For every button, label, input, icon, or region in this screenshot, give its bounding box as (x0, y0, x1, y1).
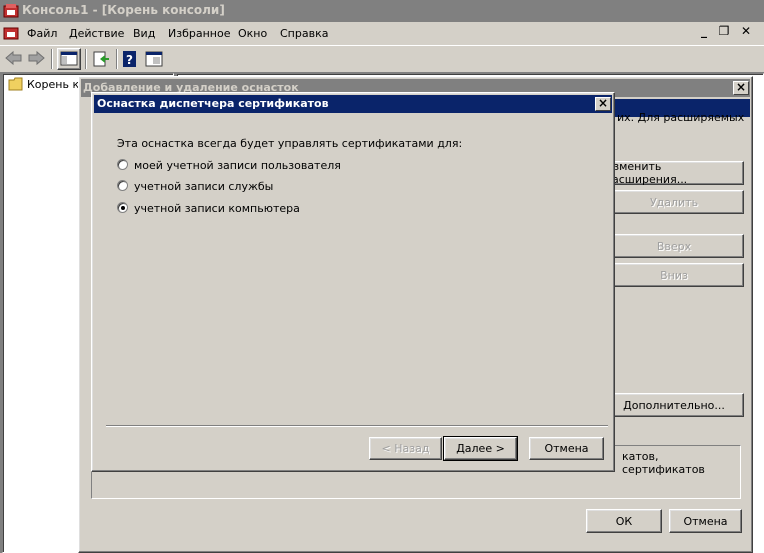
option-service-account-label[interactable]: учетной записи службы (134, 180, 273, 193)
snapin-description-text: катов, сертификатов (622, 450, 705, 476)
menu-action[interactable]: Действие (69, 27, 124, 40)
restore-icon[interactable]: ❐ (716, 25, 732, 40)
edit-extensions-button[interactable]: Изменить расширения... (604, 160, 744, 186)
cert-dialog: Оснастка диспетчера сертификатов × Эта о… (91, 92, 615, 472)
advanced-button[interactable]: Дополнительно... (604, 393, 744, 417)
cert-close-icon[interactable]: × (595, 97, 611, 111)
toolbar-separator (51, 49, 53, 69)
folder-icon (8, 77, 24, 91)
ok-button[interactable]: ОК (586, 509, 662, 533)
menu-window[interactable]: Окно (238, 27, 267, 40)
menu-favorites[interactable]: Избранное (168, 27, 230, 40)
toolbar-separator (85, 49, 87, 69)
radio-service-account[interactable] (117, 180, 128, 191)
snapin-info-text: их. Для расширяемых (617, 111, 745, 124)
export-list-icon[interactable] (92, 50, 110, 68)
toolbar: ? (0, 45, 764, 71)
snapin-cancel-button[interactable]: Отмена (669, 509, 742, 533)
option-user-account-label[interactable]: моей учетной записи пользователя (134, 159, 341, 172)
snapin-scrollbar[interactable] (753, 113, 764, 143)
cert-dialog-title-bar: Оснастка диспетчера сертификатов × (94, 95, 612, 113)
document-icon (3, 25, 19, 41)
cert-content-area: Эта оснастка всегда будет управлять серт… (94, 114, 612, 427)
menu-file[interactable]: Файл (27, 27, 57, 40)
snapin-close-icon[interactable]: × (733, 81, 749, 95)
svg-text:?: ? (126, 53, 133, 67)
menu-bar: Файл Действие Вид Избранное Окно Справка… (0, 22, 764, 44)
close-icon[interactable]: ✕ (738, 25, 754, 40)
radio-user-account[interactable] (117, 159, 128, 170)
move-down-button[interactable]: Вниз (604, 263, 744, 287)
move-up-button[interactable]: Вверх (604, 234, 744, 258)
main-title-bar: Консоль1 - [Корень консоли] (0, 0, 764, 22)
console-app-icon (3, 3, 19, 19)
show-hide-tree-icon[interactable] (57, 48, 81, 70)
radio-computer-account[interactable] (117, 202, 128, 213)
remove-button[interactable]: Удалить (604, 190, 744, 214)
back-button[interactable]: < Назад (369, 437, 442, 460)
main-window-title: Консоль1 - [Корень консоли] (22, 3, 225, 17)
menu-help[interactable]: Справка (280, 27, 328, 40)
minimize-icon[interactable]: _ (696, 25, 712, 40)
toolbar-separator (116, 49, 118, 69)
properties-window-icon[interactable] (144, 50, 164, 68)
forward-arrow-icon[interactable] (27, 50, 45, 66)
back-arrow-icon[interactable] (5, 50, 23, 66)
next-button[interactable]: Далее > (443, 436, 518, 461)
cert-cancel-button[interactable]: Отмена (529, 437, 604, 460)
option-computer-account-label[interactable]: учетной записи компьютера (134, 202, 300, 215)
cert-prompt: Эта оснастка всегда будет управлять серт… (117, 137, 463, 150)
menu-view[interactable]: Вид (133, 27, 155, 40)
cert-dialog-title: Оснастка диспетчера сертификатов (97, 97, 329, 110)
help-icon[interactable]: ? (121, 50, 139, 68)
cert-separator (106, 425, 608, 427)
